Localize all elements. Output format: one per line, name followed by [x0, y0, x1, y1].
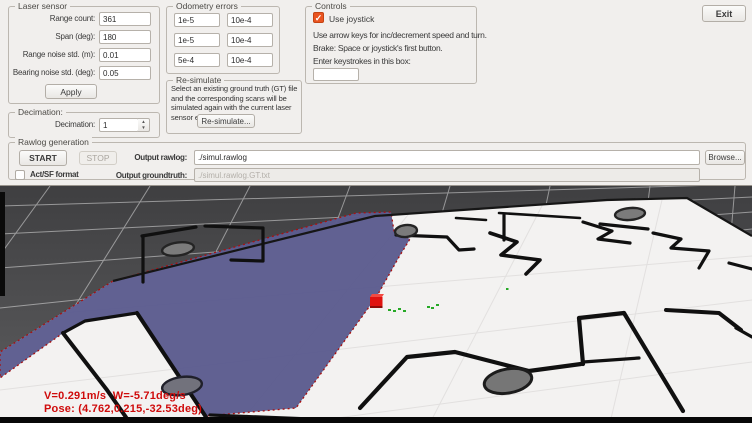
resimulate-group: Re-simulate Select an existing ground tr…: [166, 80, 302, 134]
resimulate-button[interactable]: Re-simulate...: [197, 114, 255, 128]
robot-marker: [370, 294, 384, 308]
decimation-label: Decimation:: [11, 118, 95, 132]
controls-title: Controls: [312, 1, 350, 11]
range-count-label: Range count:: [11, 12, 95, 26]
bearing-noise-input[interactable]: [99, 66, 151, 80]
output-groundtruth-input: [194, 168, 700, 182]
hud-velocity-readout: V=0.291m/s W=-5.71deg/s: [44, 390, 186, 402]
odometry-error-input-2[interactable]: [227, 13, 273, 27]
controls-hint-arrows: Use arrow keys for inc/decrement speed a…: [313, 30, 487, 40]
decimation-group: Decimation: Decimation: ▲▼: [8, 112, 160, 138]
use-joystick-checkbox[interactable]: ✓: [313, 12, 324, 23]
rawlog-generation-title: Rawlog generation: [15, 137, 92, 147]
gridmap-3d-scene: [0, 186, 752, 423]
odometry-errors-group: Odometry errors: [166, 6, 280, 74]
decimation-input[interactable]: [99, 118, 139, 132]
odometry-error-input-1[interactable]: [174, 13, 220, 27]
exit-button[interactable]: Exit: [702, 5, 746, 22]
use-joystick-label: Use joystick: [329, 14, 374, 24]
controls-group: Controls ✓ Use joystick Use arrow keys f…: [305, 6, 477, 84]
keystroke-input[interactable]: [313, 68, 359, 81]
hud-pose-readout: Pose: (4.762,0.215,-32.53deg): [44, 403, 202, 415]
apply-button[interactable]: Apply: [45, 84, 97, 99]
control-panel: Laser sensor Range count: Span (deg): Ra…: [0, 0, 752, 186]
bottom-clip-edge: [0, 417, 752, 423]
actsf-format-checkbox[interactable]: [15, 170, 25, 180]
controls-hint-keystrokes: Enter keystrokes in this box:: [313, 56, 411, 66]
rawlog-generation-group: Rawlog generation START STOP Output rawl…: [8, 142, 746, 180]
output-groundtruth-label: Output groundtruth:: [109, 169, 187, 183]
simulation-viewport[interactable]: V=0.291m/s W=-5.71deg/s Pose: (4.762,0.2…: [0, 186, 752, 423]
laser-sensor-title: Laser sensor: [15, 1, 70, 11]
left-clip-edge: [0, 192, 5, 296]
bearing-noise-label: Bearing noise std. (deg):: [11, 66, 95, 80]
range-noise-label: Range noise std. (m):: [11, 48, 95, 62]
browse-button[interactable]: Browse...: [705, 150, 745, 165]
odometry-error-input-6[interactable]: [227, 53, 273, 67]
decimation-group-title: Decimation:: [15, 107, 66, 117]
odometry-errors-title: Odometry errors: [173, 1, 241, 11]
output-rawlog-input[interactable]: [194, 150, 700, 165]
simulator-window: Laser sensor Range count: Span (deg): Ra…: [0, 0, 752, 423]
odometry-error-input-4[interactable]: [227, 33, 273, 47]
laser-sensor-group: Laser sensor Range count: Span (deg): Ra…: [8, 6, 160, 104]
span-deg-input[interactable]: [99, 30, 151, 44]
range-noise-input[interactable]: [99, 48, 151, 62]
span-deg-label: Span (deg):: [11, 30, 95, 44]
range-count-input[interactable]: [99, 12, 151, 26]
odometry-error-input-5[interactable]: [174, 53, 220, 67]
odometry-error-input-3[interactable]: [174, 33, 220, 47]
actsf-format-label: Act/SF format: [30, 170, 79, 179]
start-button[interactable]: START: [19, 150, 67, 166]
controls-hint-brake: Brake: Space or joystick's first button.: [313, 43, 442, 53]
output-rawlog-label: Output rawlog:: [109, 151, 187, 165]
decimation-spinner[interactable]: ▲▼: [138, 118, 150, 132]
